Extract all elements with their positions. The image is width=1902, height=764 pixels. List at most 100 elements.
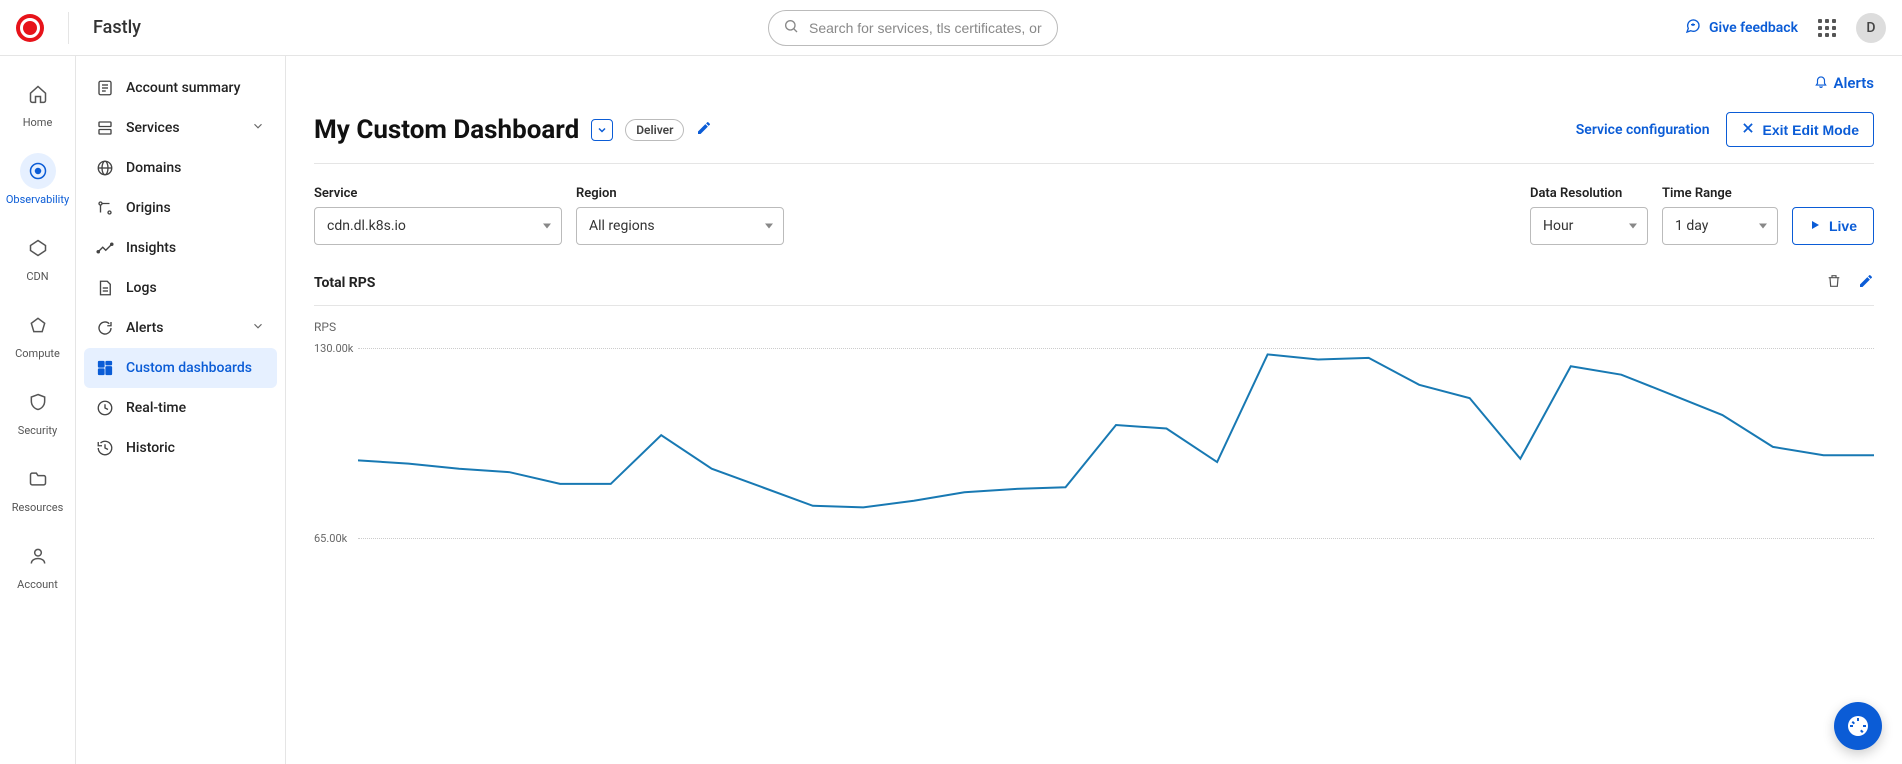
dashboard-icon bbox=[96, 359, 114, 377]
logs-icon bbox=[96, 279, 114, 297]
sidebar-item-real-time[interactable]: Real-time bbox=[84, 388, 277, 428]
card-title: Total RPS bbox=[314, 275, 375, 291]
folder-icon bbox=[20, 461, 56, 497]
chart-svg bbox=[358, 342, 1874, 572]
history-icon bbox=[96, 439, 114, 457]
title-dropdown[interactable] bbox=[591, 119, 613, 141]
brand-name: Fastly bbox=[93, 17, 141, 38]
edit-chart-button[interactable] bbox=[1858, 273, 1874, 293]
chart-area: 130.00k 65.00k bbox=[314, 342, 1874, 572]
insights-icon bbox=[96, 239, 114, 257]
close-icon bbox=[1741, 121, 1755, 138]
bell-icon bbox=[1814, 74, 1828, 92]
chevron-down-icon bbox=[251, 319, 265, 337]
rail-label: Observability bbox=[6, 193, 69, 206]
page-header: My Custom Dashboard Deliver Service conf… bbox=[314, 112, 1874, 147]
sidebar-item-insights[interactable]: Insights bbox=[84, 228, 277, 268]
rail-item-resources[interactable]: Resources bbox=[0, 457, 75, 518]
sidebar-item-label: Origins bbox=[126, 200, 171, 216]
origins-icon bbox=[96, 199, 114, 217]
alerts-refresh-icon bbox=[96, 319, 114, 337]
clock-icon bbox=[96, 399, 114, 417]
filters-row: Service cdn.dl.k8s.io Region All regions… bbox=[314, 186, 1874, 245]
ytick-label: 130.00k bbox=[314, 342, 358, 355]
sidebar-item-label: Services bbox=[126, 120, 180, 136]
chart-ylabel: RPS bbox=[314, 320, 1874, 334]
card-header: Total RPS bbox=[314, 273, 1874, 293]
sidebar-item-label: Domains bbox=[126, 160, 181, 176]
delete-chart-button[interactable] bbox=[1826, 273, 1842, 293]
feedback-label: Give feedback bbox=[1709, 20, 1798, 36]
data-resolution-select[interactable]: Hour bbox=[1530, 207, 1648, 245]
topbar-right: Give feedback D bbox=[1685, 13, 1886, 43]
select-value: 1 day bbox=[1675, 218, 1708, 234]
rail-label: Compute bbox=[15, 347, 60, 360]
content: Alerts My Custom Dashboard Deliver Servi… bbox=[286, 56, 1902, 764]
sidebar-item-logs[interactable]: Logs bbox=[84, 268, 277, 308]
rail-label: Resources bbox=[12, 501, 64, 514]
sidebar-item-custom-dashboards[interactable]: Custom dashboards bbox=[84, 348, 277, 388]
rail-item-compute[interactable]: Compute bbox=[0, 303, 75, 364]
filter-data-resolution: Data Resolution Hour bbox=[1530, 186, 1648, 245]
alerts-link[interactable]: Alerts bbox=[1814, 74, 1875, 92]
live-button[interactable]: Live bbox=[1792, 207, 1874, 245]
filter-label: Service bbox=[314, 186, 562, 201]
rail-item-security[interactable]: Security bbox=[0, 380, 75, 441]
user-icon bbox=[20, 538, 56, 574]
ytick-label: 65.00k bbox=[314, 532, 358, 545]
filter-region: Region All regions bbox=[576, 186, 784, 245]
card-actions bbox=[1826, 273, 1874, 293]
exit-edit-mode-button[interactable]: Exit Edit Mode bbox=[1726, 112, 1874, 147]
service-select[interactable]: cdn.dl.k8s.io bbox=[314, 207, 562, 245]
live-label: Live bbox=[1829, 218, 1857, 234]
card-divider bbox=[314, 305, 1874, 306]
rail-label: Home bbox=[23, 116, 53, 129]
service-type-tag: Deliver bbox=[625, 119, 684, 141]
sidebar-item-account-summary[interactable]: Account summary bbox=[84, 68, 277, 108]
region-select[interactable]: All regions bbox=[576, 207, 784, 245]
rail-item-cdn[interactable]: CDN bbox=[0, 226, 75, 287]
chart-card: Total RPS RPS 130.00k bbox=[314, 273, 1874, 572]
filter-label: Region bbox=[576, 186, 784, 201]
search-icon bbox=[783, 18, 799, 38]
header-divider bbox=[314, 163, 1874, 164]
chevron-down-icon bbox=[251, 119, 265, 137]
give-feedback-link[interactable]: Give feedback bbox=[1685, 18, 1798, 38]
select-value: All regions bbox=[589, 218, 655, 234]
select-value: Hour bbox=[1543, 218, 1573, 234]
summary-icon bbox=[96, 79, 114, 97]
sidebar-item-label: Historic bbox=[126, 440, 175, 456]
alerts-link-label: Alerts bbox=[1834, 74, 1875, 92]
sidebar-item-historic[interactable]: Historic bbox=[84, 428, 277, 468]
observability-icon bbox=[20, 153, 56, 189]
topbar: Fastly Give feedback D bbox=[0, 0, 1902, 56]
sidebar-item-services[interactable]: Services bbox=[84, 108, 277, 148]
sidebar: Account summary Services Domains Origins bbox=[76, 56, 286, 764]
sidebar-item-label: Insights bbox=[126, 240, 176, 256]
time-range-select[interactable]: 1 day bbox=[1662, 207, 1778, 245]
sidebar-item-label: Account summary bbox=[126, 80, 240, 96]
compute-icon bbox=[20, 307, 56, 343]
sidebar-item-label: Logs bbox=[126, 280, 157, 296]
rail-item-account[interactable]: Account bbox=[0, 534, 75, 595]
chart: RPS 130.00k 65.00k bbox=[314, 320, 1874, 572]
search-input[interactable] bbox=[809, 20, 1043, 36]
service-config-link[interactable]: Service configuration bbox=[1576, 122, 1710, 138]
services-icon bbox=[96, 119, 114, 137]
edit-title-icon[interactable] bbox=[696, 120, 712, 140]
global-search[interactable] bbox=[768, 10, 1058, 46]
filter-label: Time Range bbox=[1662, 186, 1778, 201]
rail-label: Security bbox=[18, 424, 57, 437]
apps-icon[interactable] bbox=[1818, 19, 1836, 37]
sidebar-item-domains[interactable]: Domains bbox=[84, 148, 277, 188]
sidebar-item-label: Custom dashboards bbox=[126, 360, 252, 376]
sidebar-item-origins[interactable]: Origins bbox=[84, 188, 277, 228]
rail-label: Account bbox=[17, 578, 58, 591]
filter-label: Data Resolution bbox=[1530, 186, 1648, 201]
rail-item-home[interactable]: Home bbox=[0, 72, 75, 133]
avatar[interactable]: D bbox=[1856, 13, 1886, 43]
sidebar-item-alerts[interactable]: Alerts bbox=[84, 308, 277, 348]
rail-item-observability[interactable]: Observability bbox=[0, 149, 75, 210]
avatar-initial: D bbox=[1866, 20, 1875, 36]
help-fab[interactable] bbox=[1834, 702, 1882, 750]
